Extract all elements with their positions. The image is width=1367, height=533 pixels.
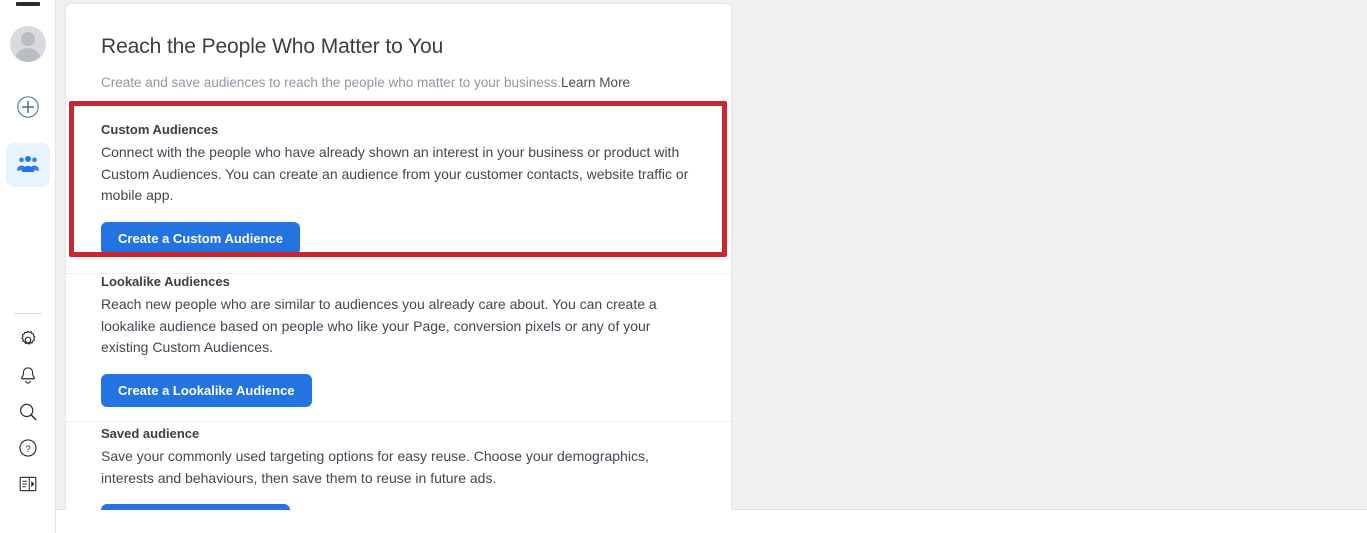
section-description: Connect with the people who have already… xyxy=(101,144,689,203)
section-custom-audiences: Custom Audiences Connect with the people… xyxy=(66,105,731,274)
audiences-card: Reach the People Who Matter to You Creat… xyxy=(65,3,732,510)
sidebar-item-toggle-panel[interactable] xyxy=(6,462,50,506)
section-title: Custom Audiences xyxy=(101,122,219,137)
avatar-body-icon xyxy=(15,48,41,62)
create-custom-audience-button[interactable]: Create a Custom Audience xyxy=(101,221,300,255)
sidebar-divider xyxy=(14,313,42,314)
page-title: Reach the People Who Matter to You xyxy=(101,35,444,58)
card-header: Reach the People Who Matter to You Creat… xyxy=(66,4,731,92)
search-icon xyxy=(20,403,37,421)
section-saved-audience: Saved audience Save your commonly used t… xyxy=(66,413,731,510)
dash-icon xyxy=(16,2,40,6)
plus-circle-icon xyxy=(17,96,39,118)
question-circle-icon: ? xyxy=(19,439,37,457)
section-description: Reach new people who are similar to audi… xyxy=(101,296,657,355)
section-title: Lookalike Audiences xyxy=(101,274,230,289)
section-lookalike-audiences: Lookalike Audiences Reach new people who… xyxy=(66,261,731,422)
left-icon-rail: ? xyxy=(0,0,56,533)
learn-more-link[interactable]: Learn More xyxy=(561,75,630,90)
panel-toggle-icon xyxy=(19,476,37,492)
sidebar-item-audiences[interactable] xyxy=(6,143,50,187)
create-saved-audience-button[interactable]: Create a Saved Audience xyxy=(101,504,290,510)
bell-icon xyxy=(20,367,36,384)
page-subtitle: Create and save audiences to reach the p… xyxy=(101,74,696,92)
people-group-icon xyxy=(16,155,40,173)
svg-text:?: ? xyxy=(25,444,30,455)
app-root: ? Reach the People Who Matter to You Cre… xyxy=(0,0,1367,533)
avatar[interactable] xyxy=(10,26,46,62)
section-description: Save your commonly used targeting option… xyxy=(101,448,649,486)
sidebar-item-create-new[interactable] xyxy=(6,85,50,129)
section-title: Saved audience xyxy=(101,426,200,441)
gear-icon xyxy=(21,330,36,345)
page-subtitle-text: Create and save audiences to reach the p… xyxy=(101,75,562,90)
create-lookalike-audience-button[interactable]: Create a Lookalike Audience xyxy=(101,373,312,407)
avatar-head-icon xyxy=(21,32,35,46)
